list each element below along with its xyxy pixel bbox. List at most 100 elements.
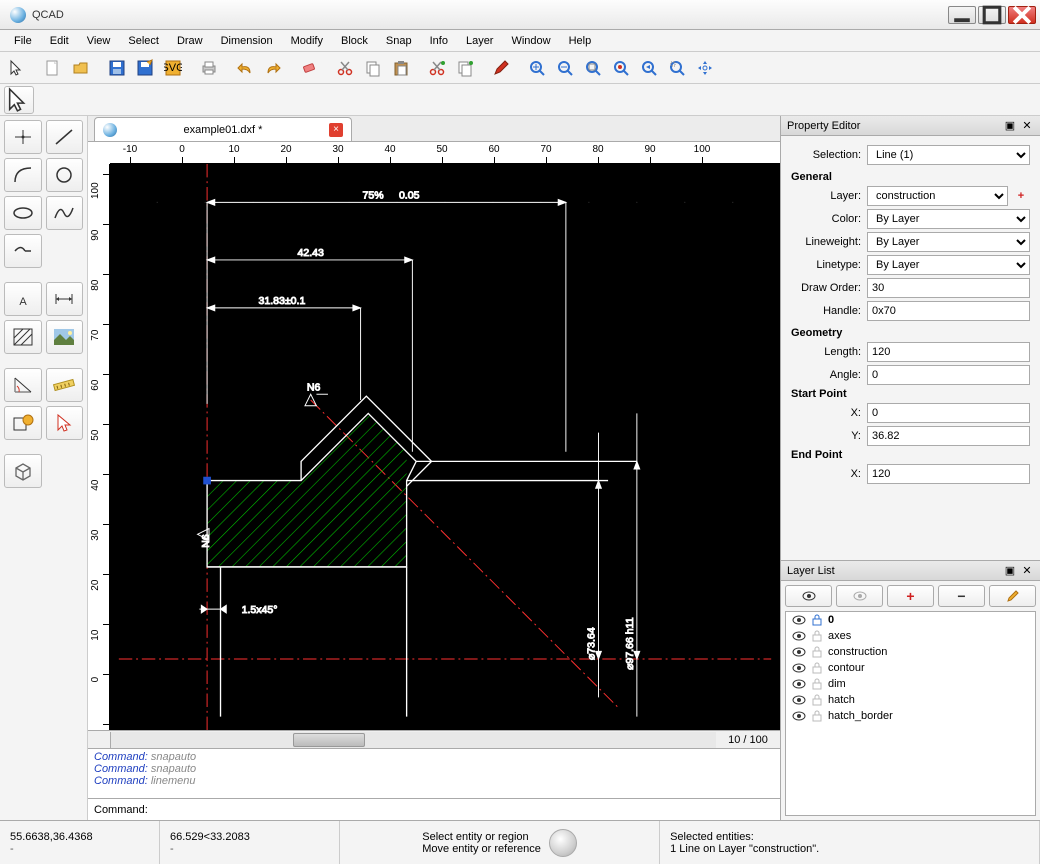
lock-icon[interactable]: [812, 614, 822, 626]
layer-hide-all[interactable]: [836, 585, 883, 607]
toolbar-undo[interactable]: [232, 55, 258, 81]
toolbar-cut[interactable]: [332, 55, 358, 81]
menu-dimension[interactable]: Dimension: [213, 33, 281, 49]
toolbar-svg[interactable]: SVG: [160, 55, 186, 81]
undock-icon[interactable]: ▣: [1003, 564, 1017, 578]
eye-icon[interactable]: [792, 679, 806, 689]
layer-edit[interactable]: [989, 585, 1036, 607]
layer-show-all[interactable]: [785, 585, 832, 607]
toolbar-zoom-auto[interactable]: [580, 55, 606, 81]
toolbar-save-as[interactable]: [132, 55, 158, 81]
toolbar-zoom-window[interactable]: [664, 55, 690, 81]
toolbar-zoom-in[interactable]: [524, 55, 550, 81]
tool-measure-dist[interactable]: [46, 368, 84, 402]
start-y-input[interactable]: [867, 426, 1030, 446]
tool-circle[interactable]: [46, 158, 84, 192]
lock-icon[interactable]: [812, 710, 822, 722]
add-layer-button[interactable]: +: [1012, 187, 1030, 205]
tool-3d[interactable]: [4, 454, 42, 488]
eye-icon[interactable]: [792, 663, 806, 673]
eye-icon[interactable]: [792, 615, 806, 625]
menu-info[interactable]: Info: [422, 33, 456, 49]
draworder-input[interactable]: [867, 278, 1030, 298]
end-x-input[interactable]: [867, 464, 1030, 484]
tool-point[interactable]: [4, 120, 42, 154]
selection-dropdown[interactable]: Line (1): [867, 145, 1030, 165]
layer-row[interactable]: contour: [786, 660, 1035, 676]
toolbar-reset[interactable]: [4, 86, 34, 114]
layer-row[interactable]: hatch: [786, 692, 1035, 708]
toolbar-save[interactable]: [104, 55, 130, 81]
tool-dimension[interactable]: [46, 282, 84, 316]
eye-icon[interactable]: [792, 647, 806, 657]
menu-edit[interactable]: Edit: [42, 33, 77, 49]
menu-modify[interactable]: Modify: [283, 33, 331, 49]
layer-dropdown[interactable]: construction: [867, 186, 1008, 206]
handle-input[interactable]: [867, 301, 1030, 321]
minimize-button[interactable]: [948, 6, 976, 24]
toolbar-zoom-out[interactable]: [552, 55, 578, 81]
tool-ellipse[interactable]: [4, 196, 42, 230]
linetype-dropdown[interactable]: By Layer: [867, 255, 1030, 275]
layer-row[interactable]: 0: [786, 612, 1035, 628]
layer-list[interactable]: 0axesconstructioncontourdimhatchhatch_bo…: [785, 611, 1036, 816]
toolbar-pointer[interactable]: [4, 55, 30, 81]
toolbar-pan[interactable]: [692, 55, 718, 81]
toolbar-pen[interactable]: [488, 55, 514, 81]
lock-icon[interactable]: [812, 694, 822, 706]
tool-text[interactable]: A: [4, 282, 42, 316]
start-x-input[interactable]: [867, 403, 1030, 423]
lock-icon[interactable]: [812, 646, 822, 658]
tool-measure-angle[interactable]: [4, 368, 42, 402]
toolbar-copy-ref[interactable]: [452, 55, 478, 81]
lock-icon[interactable]: [812, 662, 822, 674]
eye-icon[interactable]: [792, 631, 806, 641]
tool-line[interactable]: [46, 120, 84, 154]
toolbar-open[interactable]: [68, 55, 94, 81]
document-tab[interactable]: example01.dxf * ×: [94, 117, 352, 141]
menu-snap[interactable]: Snap: [378, 33, 420, 49]
layer-row[interactable]: dim: [786, 676, 1035, 692]
tool-hatch[interactable]: [4, 320, 42, 354]
drawing-canvas[interactable]: 75% 0.05 42.43 31.83±0.1: [110, 164, 780, 730]
menu-select[interactable]: Select: [120, 33, 167, 49]
tool-image[interactable]: [46, 320, 84, 354]
menu-file[interactable]: File: [6, 33, 40, 49]
menu-help[interactable]: Help: [561, 33, 600, 49]
horizontal-scrollbar[interactable]: 10 / 100: [88, 730, 780, 748]
tool-block[interactable]: [4, 406, 42, 440]
toolbar-copy[interactable]: [360, 55, 386, 81]
eye-icon[interactable]: [792, 695, 806, 705]
toolbar-redo[interactable]: [260, 55, 286, 81]
menu-block[interactable]: Block: [333, 33, 376, 49]
close-button[interactable]: [1008, 6, 1036, 24]
tool-arc[interactable]: [4, 158, 42, 192]
menu-layer[interactable]: Layer: [458, 33, 502, 49]
toolbar-paste[interactable]: [388, 55, 414, 81]
layer-row[interactable]: construction: [786, 644, 1035, 660]
menu-draw[interactable]: Draw: [169, 33, 211, 49]
lock-icon[interactable]: [812, 630, 822, 642]
tool-select[interactable]: [46, 406, 84, 440]
layer-row[interactable]: axes: [786, 628, 1035, 644]
toolbar-print[interactable]: [196, 55, 222, 81]
toolbar-erase[interactable]: [296, 55, 322, 81]
panel-close-icon[interactable]: ✕: [1020, 564, 1034, 578]
menu-window[interactable]: Window: [503, 33, 558, 49]
length-input[interactable]: [867, 342, 1030, 362]
panel-close-icon[interactable]: ✕: [1020, 119, 1034, 133]
layer-remove[interactable]: −: [938, 585, 985, 607]
tool-polyline[interactable]: [4, 234, 42, 268]
layer-row[interactable]: hatch_border: [786, 708, 1035, 724]
eye-icon[interactable]: [792, 711, 806, 721]
maximize-button[interactable]: [978, 6, 1006, 24]
command-input[interactable]: [152, 804, 774, 816]
lineweight-dropdown[interactable]: By Layer: [867, 232, 1030, 252]
tool-spline[interactable]: [46, 196, 84, 230]
lock-icon[interactable]: [812, 678, 822, 690]
menu-view[interactable]: View: [79, 33, 119, 49]
toolbar-new[interactable]: [40, 55, 66, 81]
toolbar-zoom-sel[interactable]: [608, 55, 634, 81]
angle-input[interactable]: [867, 365, 1030, 385]
color-dropdown[interactable]: By Layer: [867, 209, 1030, 229]
